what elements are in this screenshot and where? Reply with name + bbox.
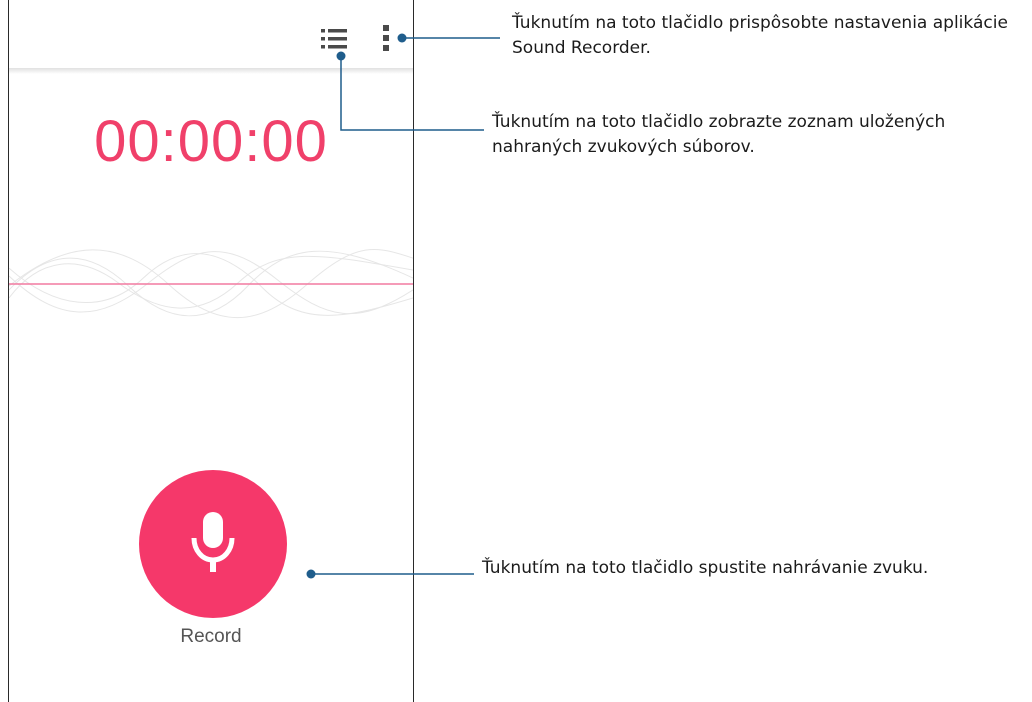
callout-leaders — [306, 33, 500, 579]
callout-recordings-list: Ťuknutím na toto tlačidlo zobrazte zozna… — [492, 112, 946, 157]
leader-dot-list — [336, 51, 346, 61]
leader-dot-settings — [397, 33, 407, 43]
callout-settings: Ťuknutím na toto tlačidlo prispôsobte na… — [512, 13, 1008, 58]
leader-dot-record — [306, 569, 316, 579]
callout-record: Ťuknutím na toto tlačidlo spustite nahrá… — [482, 558, 929, 578]
